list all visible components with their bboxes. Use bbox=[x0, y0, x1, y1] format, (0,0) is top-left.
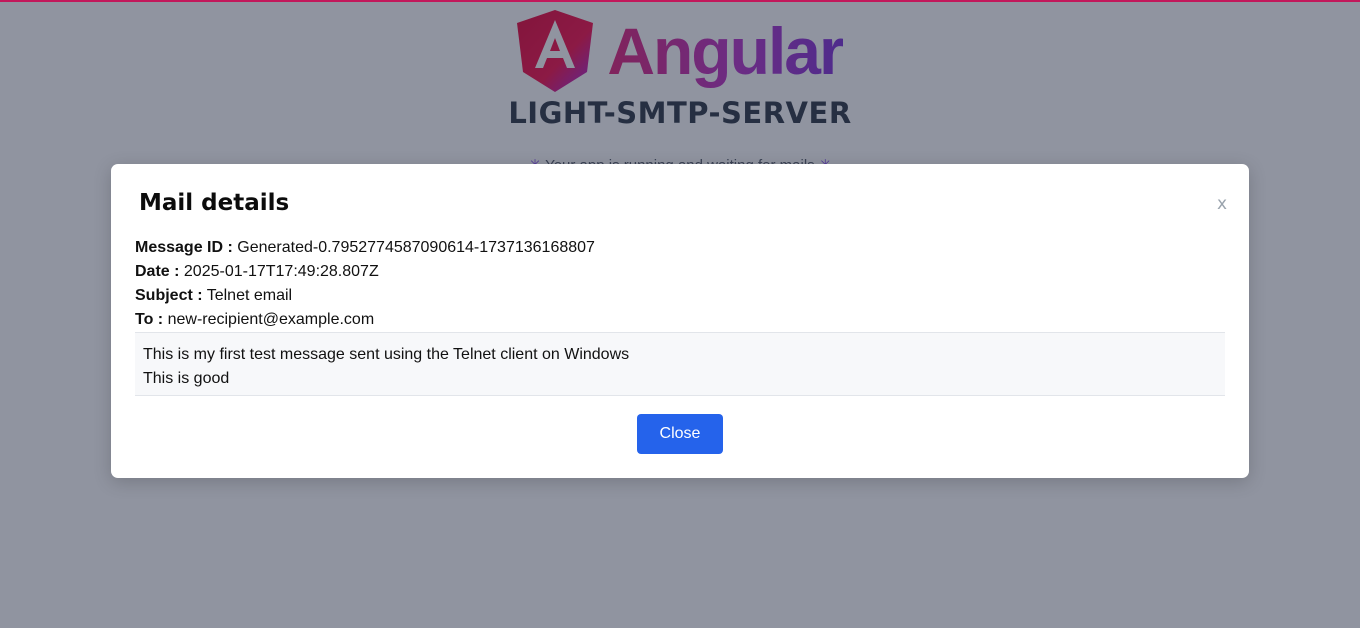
subject-row: Subject : Telnet email bbox=[135, 284, 595, 308]
modal-title: Mail details bbox=[139, 190, 290, 216]
to-value: new-recipient@example.com bbox=[167, 311, 375, 328]
mail-body-line: This is my first test message sent using… bbox=[143, 346, 630, 363]
date-label: Date : bbox=[135, 263, 180, 280]
to-label: To : bbox=[135, 311, 164, 328]
date-row: Date : 2025-01-17T17:49:28.807Z bbox=[135, 260, 595, 284]
mail-details-modal: Mail details x Message ID : Generated-0.… bbox=[111, 164, 1249, 478]
message-id-row: Message ID : Generated-0.795277458709061… bbox=[135, 236, 595, 260]
mail-metadata: Message ID : Generated-0.795277458709061… bbox=[135, 236, 595, 332]
close-button[interactable]: Close bbox=[637, 414, 723, 454]
message-id-value: Generated-0.7952774587090614-17371361688… bbox=[237, 239, 595, 256]
subject-label: Subject : bbox=[135, 287, 203, 304]
message-id-label: Message ID : bbox=[135, 239, 233, 256]
app-page: Angular LIGHT-SMTP-SERVER ✳ Your app is … bbox=[0, 0, 1360, 628]
date-value: 2025-01-17T17:49:28.807Z bbox=[183, 263, 379, 280]
mail-body-line: This is good bbox=[143, 370, 230, 387]
mail-body: This is my first test message sent using… bbox=[135, 332, 1225, 396]
close-x-button[interactable]: x bbox=[1217, 194, 1227, 214]
to-row: To : new-recipient@example.com bbox=[135, 308, 595, 332]
subject-value: Telnet email bbox=[206, 287, 293, 304]
